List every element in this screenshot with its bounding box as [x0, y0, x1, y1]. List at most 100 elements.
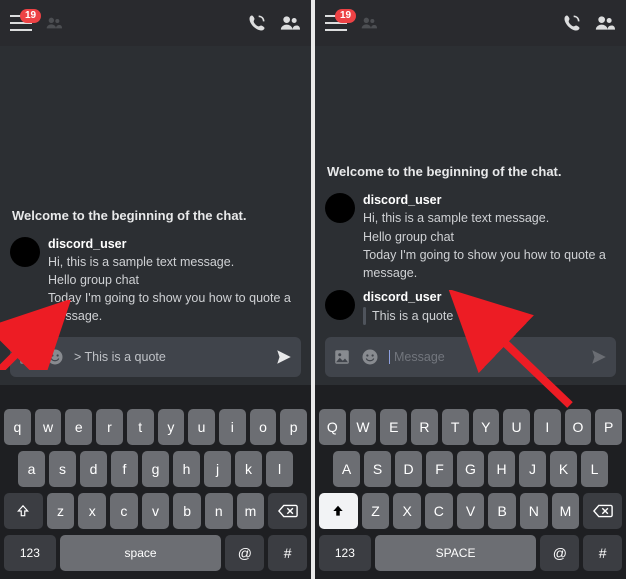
key-p[interactable]: p [280, 409, 307, 445]
key-y[interactable]: y [473, 409, 500, 445]
key-d[interactable]: d [395, 451, 422, 487]
key-s[interactable]: s [364, 451, 391, 487]
key-t[interactable]: t [127, 409, 154, 445]
key-o[interactable]: o [250, 409, 277, 445]
menu-icon[interactable]: 19 [325, 15, 347, 31]
key-c[interactable]: c [110, 493, 138, 529]
key-d[interactable]: d [80, 451, 107, 487]
key-space[interactable]: space [375, 535, 537, 571]
key-g[interactable]: g [457, 451, 484, 487]
key-e[interactable]: e [380, 409, 407, 445]
cursor-icon [389, 350, 390, 364]
image-icon[interactable] [18, 348, 36, 366]
username[interactable]: discord_user [363, 290, 616, 304]
key-backspace[interactable] [583, 493, 622, 529]
emoji-icon[interactable] [46, 348, 64, 366]
key-s[interactable]: s [49, 451, 76, 487]
key-x[interactable]: x [393, 493, 421, 529]
key-k[interactable]: k [235, 451, 262, 487]
screenshot-right: 19 Welcome to the beginning of the chat.… [315, 0, 626, 579]
key-at[interactable]: @ [540, 535, 579, 571]
key-o[interactable]: o [565, 409, 592, 445]
key-z[interactable]: z [362, 493, 390, 529]
key-n[interactable]: n [520, 493, 548, 529]
keyboard-row-3: z x c v b n m [319, 493, 622, 529]
key-q[interactable]: q [4, 409, 31, 445]
key-at[interactable]: @ [225, 535, 264, 571]
key-r[interactable]: r [411, 409, 438, 445]
key-v[interactable]: v [457, 493, 485, 529]
chat-area: Welcome to the beginning of the chat. di… [0, 46, 311, 385]
image-icon[interactable] [333, 348, 351, 366]
key-f[interactable]: f [111, 451, 138, 487]
key-i[interactable]: i [219, 409, 246, 445]
key-w[interactable]: w [350, 409, 377, 445]
welcome-text: Welcome to the beginning of the chat. [327, 164, 616, 179]
key-e[interactable]: e [65, 409, 92, 445]
key-w[interactable]: w [35, 409, 62, 445]
keyboard-gap [0, 385, 311, 403]
key-hash[interactable]: # [268, 535, 307, 571]
avatar[interactable] [325, 290, 355, 320]
avatar[interactable] [325, 193, 355, 223]
key-x[interactable]: x [78, 493, 106, 529]
key-b[interactable]: b [173, 493, 201, 529]
message-line: Today I'm going to show you how to quote… [48, 289, 301, 325]
key-g[interactable]: g [142, 451, 169, 487]
message: discord_user Hi, this is a sample text m… [325, 193, 616, 282]
message-composer[interactable]: Message [325, 337, 616, 377]
keyboard-row-4: 123 space @ # [4, 535, 307, 571]
key-a[interactable]: a [333, 451, 360, 487]
key-j[interactable]: j [519, 451, 546, 487]
message-line: Hello group chat [48, 271, 301, 289]
members-icon[interactable] [279, 13, 301, 33]
key-hash[interactable]: # [583, 535, 622, 571]
key-k[interactable]: k [550, 451, 577, 487]
key-u[interactable]: u [188, 409, 215, 445]
key-l[interactable]: l [581, 451, 608, 487]
call-icon[interactable] [247, 13, 267, 33]
composer-input[interactable]: > This is a quote [74, 350, 267, 364]
members-icon[interactable] [594, 13, 616, 33]
emoji-icon[interactable] [361, 348, 379, 366]
key-a[interactable]: a [18, 451, 45, 487]
call-icon[interactable] [562, 13, 582, 33]
key-u[interactable]: u [503, 409, 530, 445]
username[interactable]: discord_user [48, 237, 301, 251]
key-q[interactable]: q [319, 409, 346, 445]
composer-input[interactable]: Message [394, 350, 582, 364]
key-space[interactable]: space [60, 535, 222, 571]
key-l[interactable]: l [266, 451, 293, 487]
key-m[interactable]: m [552, 493, 580, 529]
key-h[interactable]: h [173, 451, 200, 487]
key-n[interactable]: n [205, 493, 233, 529]
username[interactable]: discord_user [363, 193, 616, 207]
message-composer[interactable]: > This is a quote [10, 337, 301, 377]
key-c[interactable]: c [425, 493, 453, 529]
key-r[interactable]: r [96, 409, 123, 445]
key-p[interactable]: p [595, 409, 622, 445]
send-icon[interactable] [590, 348, 608, 366]
key-v[interactable]: v [142, 493, 170, 529]
avatar[interactable] [10, 237, 40, 267]
key-123[interactable]: 123 [4, 535, 56, 571]
key-b[interactable]: b [488, 493, 516, 529]
key-shift[interactable] [319, 493, 358, 529]
key-i[interactable]: i [534, 409, 561, 445]
key-z[interactable]: z [47, 493, 75, 529]
send-icon[interactable] [275, 348, 293, 366]
key-123[interactable]: 123 [319, 535, 371, 571]
key-j[interactable]: j [204, 451, 231, 487]
key-y[interactable]: y [158, 409, 185, 445]
key-shift[interactable] [4, 493, 43, 529]
key-backspace[interactable] [268, 493, 307, 529]
top-bar: 19 [315, 0, 626, 46]
key-h[interactable]: h [488, 451, 515, 487]
menu-icon[interactable]: 19 [10, 15, 32, 31]
keyboard: q w e r t y u i o p a s d f g h j k l [315, 403, 626, 579]
key-m[interactable]: m [237, 493, 265, 529]
key-f[interactable]: f [426, 451, 453, 487]
key-t[interactable]: t [442, 409, 469, 445]
quote-text: This is a quote [372, 307, 453, 325]
notification-badge: 19 [335, 9, 356, 23]
